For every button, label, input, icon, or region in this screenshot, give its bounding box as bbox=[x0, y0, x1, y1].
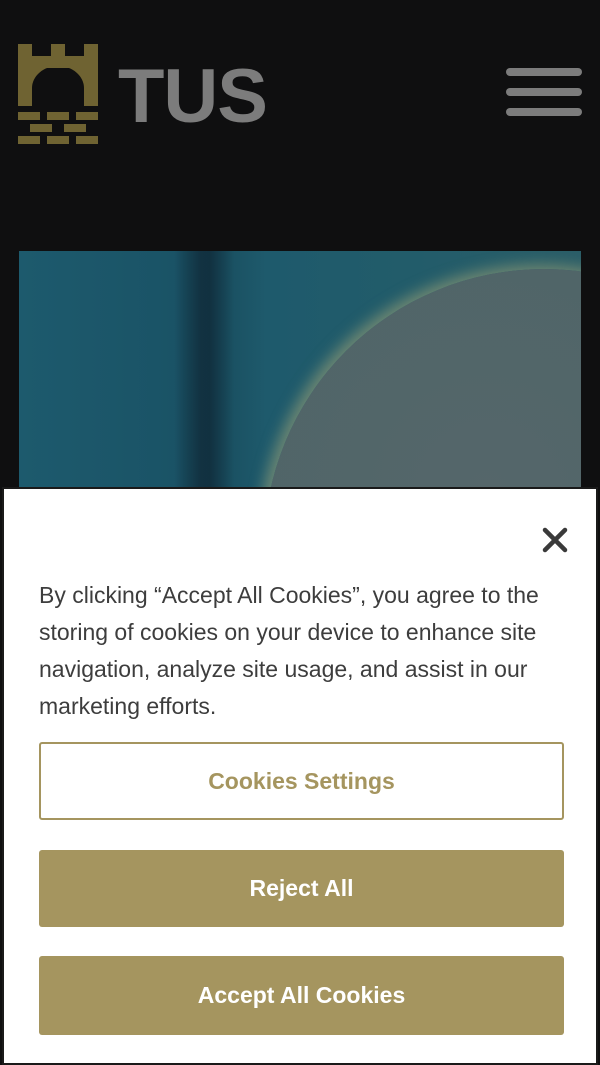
menu-bar bbox=[506, 68, 582, 76]
accept-all-cookies-button[interactable]: Accept All Cookies bbox=[39, 956, 564, 1035]
castle-tower-icon bbox=[18, 44, 98, 148]
menu-bar bbox=[506, 88, 582, 96]
hero-image-shape bbox=[264, 269, 581, 511]
reject-all-button[interactable]: Reject All bbox=[39, 850, 564, 927]
tus-logo-link[interactable]: TUS bbox=[18, 44, 308, 148]
cookie-policy-text: By clicking “Accept All Cookies”, you ag… bbox=[39, 582, 539, 719]
close-icon[interactable] bbox=[540, 525, 570, 555]
hero-image-shade bbox=[174, 251, 234, 511]
page: TUS By clicking “Accept All Cookies”, yo… bbox=[0, 0, 600, 1065]
cookies-settings-button[interactable]: Cookies Settings bbox=[39, 742, 564, 820]
cookie-consent-banner: By clicking “Accept All Cookies”, you ag… bbox=[2, 487, 598, 1065]
logo-text: TUS bbox=[118, 54, 268, 139]
menu-bar bbox=[506, 108, 582, 116]
hero-image bbox=[19, 251, 581, 511]
site-header: TUS bbox=[0, 0, 600, 200]
hamburger-menu-icon[interactable] bbox=[506, 68, 582, 116]
